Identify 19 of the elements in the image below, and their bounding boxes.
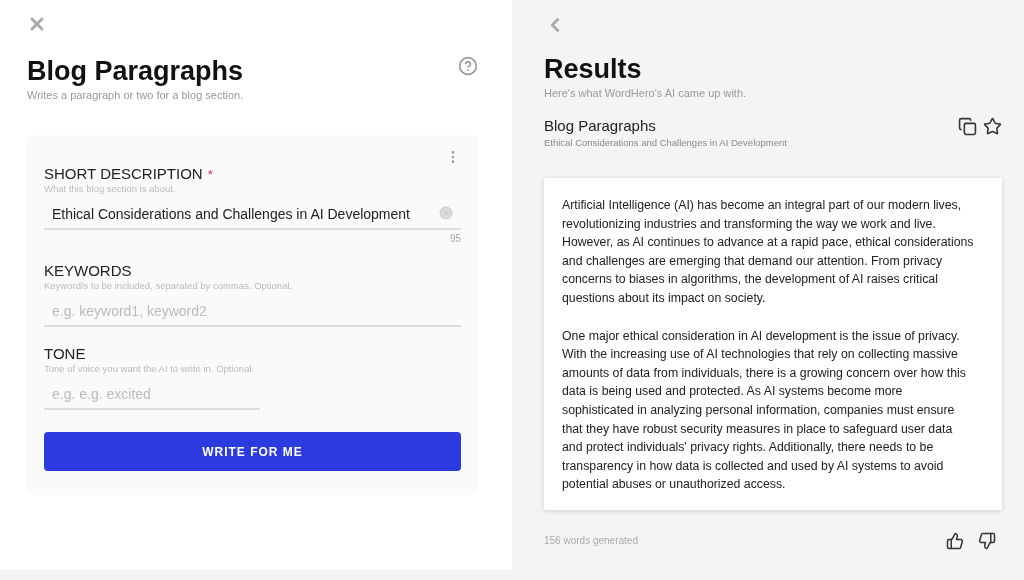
field-hint: What this blog section is about. [44, 183, 177, 194]
result-title: Blog Paragraphs [544, 117, 657, 134]
required-mark: * [207, 167, 213, 182]
result-subtitle: Ethical Considerations and Challenges in AI Development [544, 137, 787, 148]
results-subtitle: Here's what WordHero's AI came up with. [544, 87, 748, 99]
word-count: 156 words generated [544, 535, 638, 547]
input-field[interactable]: Ethical Considerations and Challenges in AI Development [52, 206, 439, 222]
results-title: Results [544, 54, 643, 85]
result-paragraph: Artificial Intelligence (AI) has become an integral part of our modern lives, revolutionizing industries and transforming the way we work and live. However, as AI continues to advance at a rapid pace, ethical considerations and challenges are emerging that demand our attention. From privacy concerns to biases in algorithms, the development of AI raises critical questions about its impact on society. [562, 197, 975, 307]
input-field[interactable]: e.g. keyword1, keyword2 [52, 303, 453, 319]
field-label: TONE [44, 345, 87, 362]
field-label: SHORT DESCRIPTION * [44, 165, 214, 182]
page-subtitle: Writes a paragraph or two for a blog section. [27, 89, 245, 101]
field-label: KEYWORDS [44, 262, 133, 279]
write-button[interactable]: WRITE FOR ME [44, 432, 461, 471]
char-counter: 95 [449, 233, 461, 244]
input-field[interactable]: e.g. e.g. excited [52, 386, 252, 402]
result-paragraph: One major ethical consideration in AI development is the issue of privacy. With the increasing use of AI technologies that rely on collecting massive amounts of data from individuals, there is a growing concern over how this data is being used and protected. As AI systems become more sophisticated in analyzing personal information, companies must ensure that they have robust security measures in place to safeguard user data and protect individuals' privacy rights. Additionally, there needs to be transparency in how data is collected and used by AI systems to avoid potential abuses or unauthorized access. [562, 327, 967, 494]
page-title: Blog Paragraphs [27, 56, 244, 87]
